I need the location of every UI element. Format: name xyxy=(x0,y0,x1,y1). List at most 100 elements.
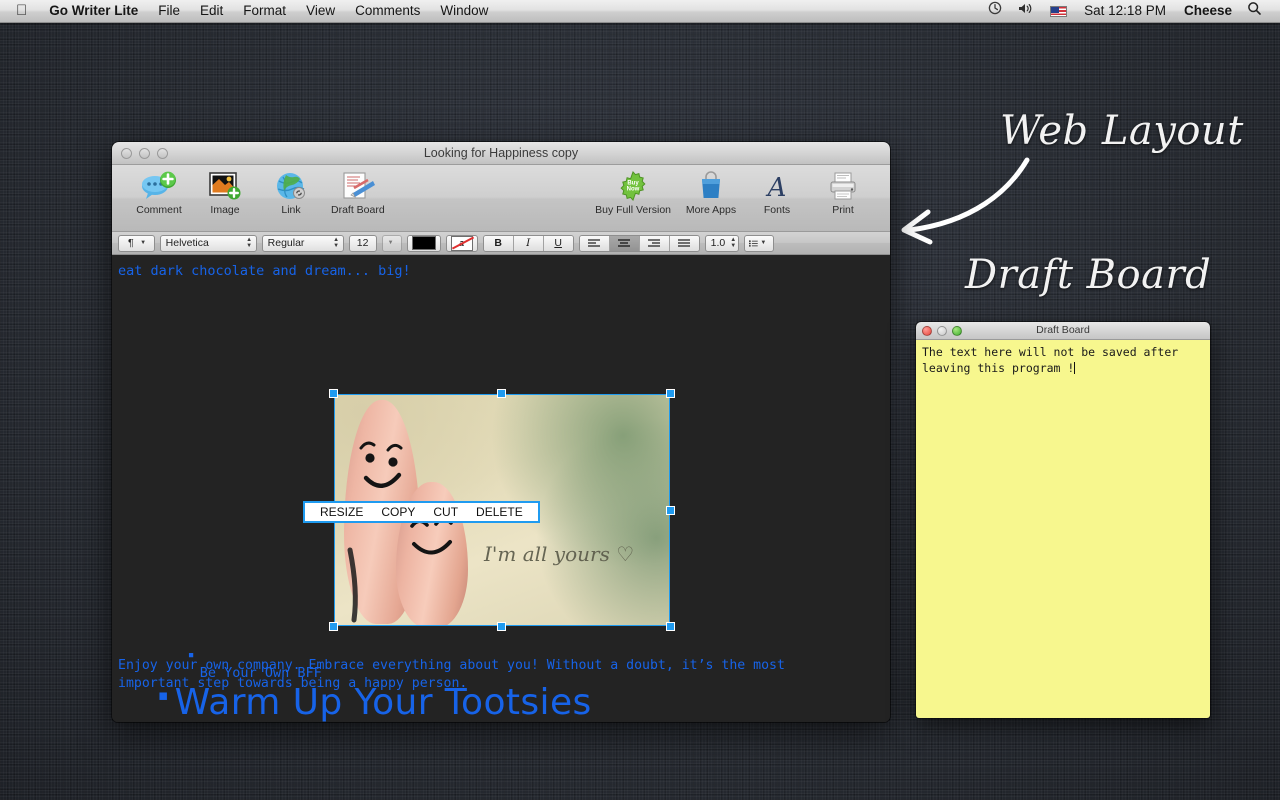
us-flag-icon[interactable] xyxy=(1050,5,1068,17)
stepper-updown-icon: ▲ ▼ xyxy=(730,237,737,249)
font-style-select[interactable]: Regular ▲ ▼ xyxy=(261,234,344,252)
toolbar-print-button[interactable]: Print xyxy=(810,169,876,216)
draft-board-icon xyxy=(340,169,376,203)
list-icon xyxy=(748,239,758,247)
resize-handle-bottom-center[interactable] xyxy=(497,622,506,631)
resize-handle-top-left[interactable] xyxy=(329,389,338,398)
menu-clock[interactable]: Sat 12:18 PM xyxy=(1075,0,1175,22)
font-size-dropdown[interactable]: ▼ xyxy=(381,234,402,252)
align-right-button[interactable] xyxy=(639,235,670,251)
minimize-button[interactable] xyxy=(139,147,150,159)
font-size-input[interactable]: 12 xyxy=(348,234,377,252)
comment-bubble-icon xyxy=(140,169,178,203)
speaker-icon[interactable] xyxy=(1010,0,1042,22)
align-left-button[interactable] xyxy=(579,235,610,251)
buy-now-badge-icon: Buy Now xyxy=(618,169,648,203)
background-color-button[interactable]: a xyxy=(445,234,478,252)
image-icon xyxy=(208,169,242,203)
draft-board-window[interactable]: Draft Board The text here will not be sa… xyxy=(916,322,1210,718)
toolbar-fonts-button[interactable]: A Fonts xyxy=(744,169,810,216)
menu-item-edit[interactable]: Edit xyxy=(190,0,233,22)
chevron-down-icon: ▼ xyxy=(387,240,394,246)
menu-item-file[interactable]: File xyxy=(148,0,190,22)
toolbar-comment-label: Comment xyxy=(136,204,182,216)
text-color-button[interactable] xyxy=(406,234,441,252)
toolbar-buy-full-version-button[interactable]: Buy Now Buy Full Version xyxy=(588,169,678,216)
font-style-value: Regular xyxy=(267,237,305,249)
draft-board-traffic-lights xyxy=(916,325,962,336)
draft-board-title-bar[interactable]: Draft Board xyxy=(916,322,1210,340)
image-handwritten-caption: I'm all yours ♡ xyxy=(484,542,635,566)
toolbar-group-left: Comment Image Link Draft Board xyxy=(126,169,392,216)
text-color-swatch xyxy=(411,236,436,250)
svg-text:A: A xyxy=(766,173,787,201)
svg-text:Now: Now xyxy=(627,187,640,193)
font-family-value: Helvetica xyxy=(165,237,209,249)
draft-minimize-button[interactable] xyxy=(937,325,947,336)
line-spacing-value: 1.0 xyxy=(710,237,726,249)
list-style-dropdown[interactable]: ▼ xyxy=(743,234,774,252)
bullet-square-icon: ▪ xyxy=(158,686,169,704)
resize-handle-top-center[interactable] xyxy=(497,389,506,398)
line-spacing-stepper[interactable]: 1.0 ▲ ▼ xyxy=(704,234,739,252)
chevron-down-icon: ▼ xyxy=(140,240,147,246)
draft-board-textarea[interactable]: The text here will not be saved after le… xyxy=(916,340,1210,718)
text-style-segmented-control[interactable]: B I U xyxy=(482,234,574,252)
resize-handle-top-right[interactable] xyxy=(666,389,675,398)
document-line-1: eat dark chocolate and dream... big! xyxy=(118,263,411,279)
italic-button[interactable]: I xyxy=(513,235,544,251)
menu-item-format[interactable]: Format xyxy=(233,0,296,22)
menu-bar:  Go Writer Lite File Edit Format View C… xyxy=(0,0,1280,23)
document-heading: ▪ Warm Up Your Tootsies xyxy=(158,682,592,722)
bold-button[interactable]: B xyxy=(483,235,514,251)
draft-zoom-button[interactable] xyxy=(952,325,962,336)
image-delete-button[interactable]: DELETE xyxy=(467,505,532,519)
toolbar-comment-button[interactable]: Comment xyxy=(126,169,192,216)
toolbar-link-button[interactable]: Link xyxy=(258,169,324,216)
font-family-select[interactable]: Helvetica ▲ ▼ xyxy=(159,234,257,252)
toolbar-link-label: Link xyxy=(281,204,301,216)
image-resize-button[interactable]: RESIZE xyxy=(311,505,372,519)
image-cut-button[interactable]: CUT xyxy=(424,505,467,519)
zoom-button[interactable] xyxy=(157,147,168,159)
annotation-arrow-icon xyxy=(901,157,1030,245)
resize-handle-middle-right[interactable] xyxy=(666,506,675,515)
background-color-swatch: a xyxy=(450,235,473,251)
toolbar-more-apps-button[interactable]: More Apps xyxy=(678,169,744,216)
close-button[interactable] xyxy=(121,147,132,159)
toolbar-more-apps-label: More Apps xyxy=(685,204,737,216)
menu-item-comments[interactable]: Comments xyxy=(345,0,430,22)
document-toolbar: Comment Image Link Draft Board Buy Now B… xyxy=(112,165,890,232)
toolbar-image-label: Image xyxy=(210,204,240,216)
clock-icon[interactable] xyxy=(980,0,1010,22)
alignment-segmented-control[interactable] xyxy=(578,234,700,252)
search-icon[interactable] xyxy=(1241,0,1272,22)
underline-button[interactable]: U xyxy=(543,235,573,251)
menu-user-name[interactable]: Cheese xyxy=(1175,0,1241,22)
menu-item-window[interactable]: Window xyxy=(430,0,498,22)
document-page[interactable]: eat dark chocolate and dream... big! I'm… xyxy=(112,255,890,722)
document-title-bar[interactable]: Looking for Happiness copy xyxy=(112,142,890,165)
image-context-toolbar[interactable]: RESIZE COPY CUT DELETE xyxy=(303,501,540,523)
document-paragraph-1-line-1: Enjoy your own company. Embrace everythi… xyxy=(118,658,785,673)
align-center-button[interactable] xyxy=(609,235,640,251)
toolbar-draft-board-button[interactable]: Draft Board xyxy=(324,169,392,216)
menu-item-view[interactable]: View xyxy=(296,0,345,22)
globe-link-icon xyxy=(275,169,307,203)
shopping-bag-icon xyxy=(697,169,725,203)
resize-handle-bottom-right[interactable] xyxy=(666,622,675,631)
text-caret xyxy=(1074,362,1076,374)
apple-icon[interactable]:  xyxy=(0,0,39,22)
align-justify-button[interactable] xyxy=(669,235,699,251)
draft-board-text: The text here will not be saved after le… xyxy=(922,345,1186,375)
paragraph-style-dropdown[interactable]: ¶ ▼ xyxy=(118,234,155,252)
document-window[interactable]: Looking for Happiness copy Comment Image… xyxy=(112,142,890,722)
font-a-icon: A xyxy=(763,169,791,203)
menu-app-name[interactable]: Go Writer Lite xyxy=(39,0,148,22)
toolbar-group-right: Buy Now Buy Full Version More Apps A Fon… xyxy=(588,169,878,216)
format-ribbon: ¶ ▼ Helvetica ▲ ▼ Regular ▲ ▼ 12 ▼ a B I U xyxy=(112,232,890,255)
resize-handle-bottom-left[interactable] xyxy=(329,622,338,631)
toolbar-image-button[interactable]: Image xyxy=(192,169,258,216)
draft-close-button[interactable] xyxy=(922,325,932,336)
image-copy-button[interactable]: COPY xyxy=(372,505,424,519)
